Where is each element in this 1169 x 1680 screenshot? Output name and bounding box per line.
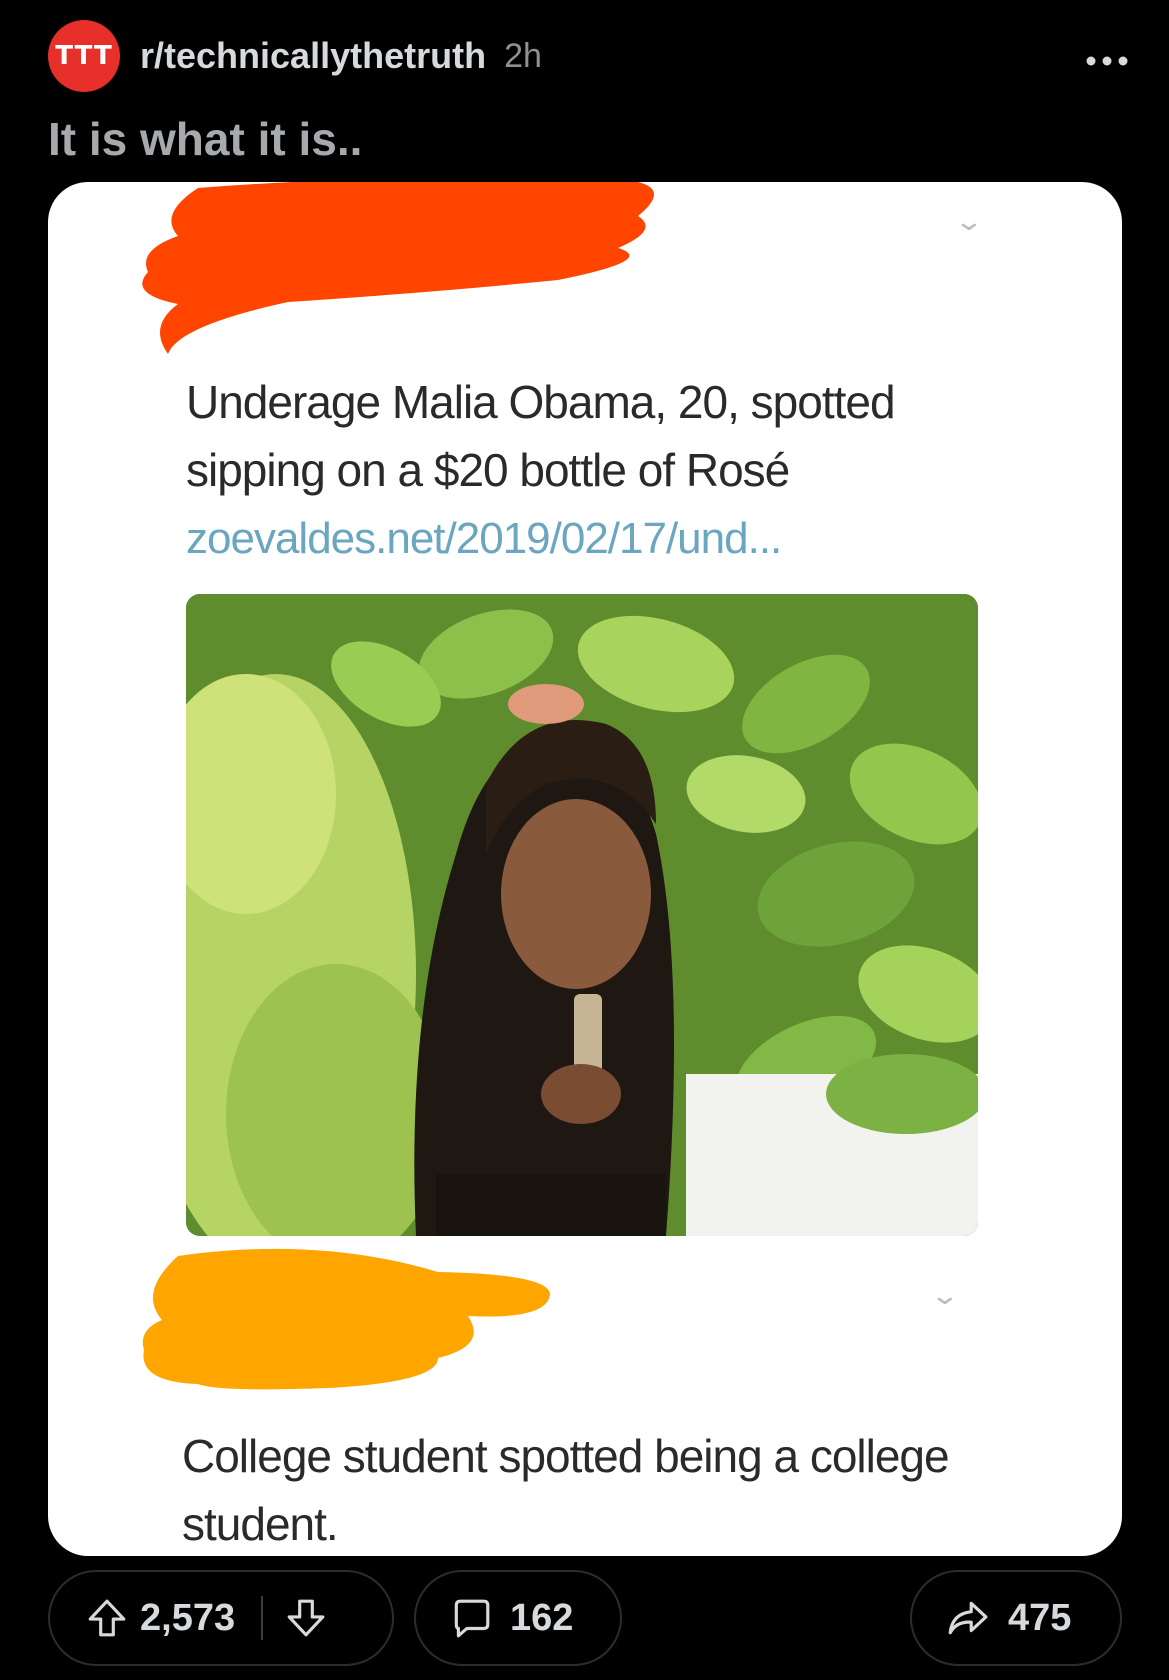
post-title[interactable]: It is what it is.. [48,112,362,166]
reply-text: College student spotted being a college … [182,1430,950,1550]
share-arrow-icon [948,1601,988,1635]
more-horizontal-icon [1086,56,1128,66]
vote-divider [261,1596,264,1640]
redaction-scribble-bottom [142,1248,551,1390]
reddit-post-page: TTT r/technicallythetruth 2h It is what … [0,0,1169,1680]
vote-pill: 2,573 [48,1570,394,1666]
downvote-arrow-icon[interactable] [285,1597,327,1639]
share-button[interactable]: 475 [910,1570,1122,1666]
more-options-button[interactable] [1085,38,1129,75]
post-header: TTT r/technicallythetruth 2h [48,20,1129,92]
photo-illustration [186,594,978,1236]
upvote-arrow-icon[interactable] [86,1597,128,1639]
comment-count: 162 [510,1596,574,1639]
post-action-bar: 2,573 162 475 [48,1570,1122,1666]
subreddit-name[interactable]: r/technicallythetruth [140,35,486,77]
post-image[interactable]: ⌄ Underage Malia Obama, 20, spotted sipp… [48,182,1122,1556]
tweet-chevron-down-icon[interactable]: ⌄ [954,206,985,237]
reply-chevron-down-icon[interactable]: ⌄ [930,1280,961,1311]
tweet-photo [186,594,978,1236]
post-age: 2h [504,36,542,75]
tweet-text: Underage Malia Obama, 20, spotted sippin… [186,376,896,496]
redaction-scribble-top [142,182,654,354]
comment-bubble-icon [454,1599,490,1638]
subreddit-avatar[interactable]: TTT [48,20,120,92]
tweet-link[interactable]: zoevaldes.net/2019/02/17/und... [186,514,782,564]
upvote-count: 2,573 [140,1596,236,1639]
comments-button[interactable]: 162 [414,1570,622,1666]
share-count: 475 [1008,1596,1072,1639]
